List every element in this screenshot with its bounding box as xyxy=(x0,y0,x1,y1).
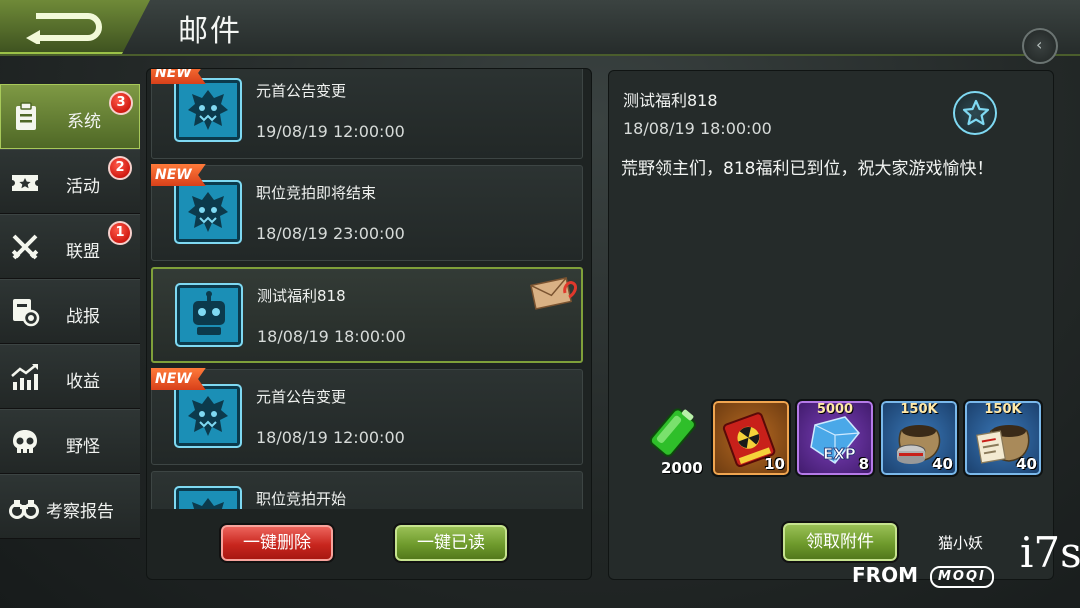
reward-count: 40 xyxy=(1016,455,1037,473)
envelope-attachment-icon xyxy=(530,277,577,310)
skull-icon xyxy=(13,430,37,453)
sidebar-item-income[interactable]: 收益 xyxy=(0,344,140,409)
new-badge: NEW xyxy=(151,368,206,390)
category-sidebar: 系统 3 活动 2 联盟 1 战报 收益 野怪 考察报告 xyxy=(0,84,142,539)
sidebar-item-label: 战报 xyxy=(66,307,100,327)
back-button[interactable] xyxy=(0,0,150,54)
binoculars-icon xyxy=(9,500,39,519)
watermark-brand-logo: MOQI xyxy=(930,566,994,588)
growth-chart-icon xyxy=(11,364,38,390)
mail-subject: 测试福利818 xyxy=(257,287,346,305)
reward-count: 8 xyxy=(858,455,869,473)
detail-subject: 测试福利818 xyxy=(623,91,718,110)
unread-count-badge: 1 xyxy=(108,221,132,245)
mail-date: 19/08/19 12:00:00 xyxy=(256,122,405,141)
reward-item[interactable]: 150K 40 xyxy=(879,399,959,477)
top-bar: 邮件 xyxy=(0,0,1080,56)
ticket-icon xyxy=(12,175,38,191)
mail-detail-panel: 测试福利818 18/08/19 18:00:00 荒野领主们，818福利已到位… xyxy=(608,70,1054,580)
delete-all-button[interactable]: 一键删除 xyxy=(219,523,335,563)
monster-icon xyxy=(174,384,242,448)
mail-list[interactable]: 元首公告变更 19/08/19 12:00:00 NEW 职位竞拍即将结束 18… xyxy=(147,69,593,509)
mail-date: 18/08/19 23:00:00 xyxy=(256,224,405,243)
monster-icon xyxy=(174,180,242,244)
claim-attachments-button[interactable]: 领取附件 xyxy=(781,521,899,563)
mail-item[interactable]: 职位竞拍开始 xyxy=(151,471,583,509)
unread-count-badge: 2 xyxy=(108,156,132,180)
mail-subject: 职位竞拍即将结束 xyxy=(256,184,377,202)
reward-count: 40 xyxy=(932,455,953,473)
sidebar-item-system[interactable]: 系统 3 xyxy=(0,84,140,149)
watermark-author: 猫小妖 xyxy=(938,534,984,552)
mail-date: 18/08/19 18:00:00 xyxy=(257,327,406,346)
mail-body: 荒野领主们，818福利已到位，祝大家游戏愉快！ xyxy=(621,159,994,179)
star-icon xyxy=(962,99,990,126)
mail-list-panel: 元首公告变更 19/08/19 12:00:00 NEW 职位竞拍即将结束 18… xyxy=(146,68,592,580)
sidebar-item-label: 活动 xyxy=(66,177,100,197)
new-badge: NEW xyxy=(151,164,206,186)
watermark-from: FROM xyxy=(852,563,918,587)
chevron-left-icon: ‹ xyxy=(1036,35,1043,54)
watermark-site-logo: i7s xyxy=(1020,528,1080,577)
sidebar-item-scout-report[interactable]: 考察报告 xyxy=(0,474,140,539)
svg-text:EXP: EXP xyxy=(823,445,856,463)
report-medal-icon xyxy=(13,299,40,327)
sidebar-item-activity[interactable]: 活动 2 xyxy=(0,149,140,214)
back-arrow-icon xyxy=(26,13,102,44)
sidebar-item-monsters[interactable]: 野怪 xyxy=(0,409,140,474)
mail-subject: 元首公告变更 xyxy=(256,388,347,406)
clipboard-icon xyxy=(16,102,36,130)
new-badge: NEW xyxy=(151,69,206,84)
page-title: 邮件 xyxy=(178,14,242,49)
reward-item[interactable]: 10 xyxy=(711,399,791,477)
reward-item[interactable]: 5000 EXP 8 xyxy=(795,399,875,477)
monster-icon xyxy=(174,486,242,509)
mark-all-read-button[interactable]: 一键已读 xyxy=(393,523,509,563)
crossed-swords-icon xyxy=(11,234,39,260)
battery-icon xyxy=(649,408,696,457)
unread-count-badge: 3 xyxy=(109,91,133,115)
sidebar-item-battle-report[interactable]: 战报 xyxy=(0,279,140,344)
mail-item-selected[interactable]: 测试福利818 18/08/19 18:00:00 xyxy=(151,267,583,363)
monster-icon xyxy=(174,78,242,142)
mail-subject: 元首公告变更 xyxy=(256,82,347,100)
sidebar-item-label: 野怪 xyxy=(66,437,100,457)
sidebar-item-label: 考察报告 xyxy=(46,502,114,522)
sidebar-item-label: 系统 xyxy=(67,112,101,132)
mail-date: 18/08/19 12:00:00 xyxy=(256,428,405,447)
sidebar-item-label: 收益 xyxy=(66,372,100,392)
reward-count: 2000 xyxy=(661,459,703,477)
collapse-button[interactable]: ‹ xyxy=(1022,28,1058,64)
detail-date: 18/08/19 18:00:00 xyxy=(623,119,772,138)
mail-item[interactable]: 职位竞拍即将结束 18/08/19 23:00:00 NEW xyxy=(151,164,583,261)
mail-item[interactable]: 元首公告变更 19/08/19 12:00:00 NEW xyxy=(151,69,583,159)
reward-count: 10 xyxy=(764,455,785,473)
mail-subject: 职位竞拍开始 xyxy=(256,490,347,508)
mail-item[interactable]: 元首公告变更 18/08/19 12:00:00 NEW xyxy=(151,368,583,465)
sidebar-item-label: 联盟 xyxy=(66,242,100,262)
sidebar-item-alliance[interactable]: 联盟 1 xyxy=(0,214,140,279)
reward-item[interactable]: 150K 40 xyxy=(963,399,1043,477)
favorite-button[interactable] xyxy=(953,91,997,135)
robot-icon xyxy=(175,283,243,347)
